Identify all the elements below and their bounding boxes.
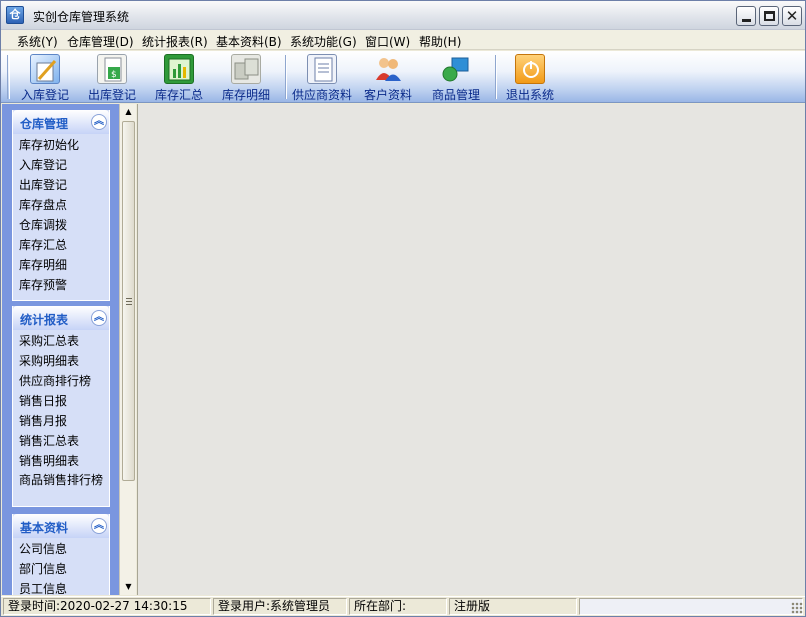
nav-item-inventory-init[interactable]: 库存初始化: [13, 136, 109, 156]
nav-item-stocktake[interactable]: 库存盘点: [13, 196, 109, 216]
close-icon: ✕: [785, 7, 799, 25]
product-icon: [441, 54, 471, 84]
scroll-thumb[interactable]: [122, 121, 135, 481]
toolbar-exit-label: 退出系统: [505, 88, 554, 102]
nav-item-sales-detail[interactable]: 销售明细表: [13, 452, 109, 472]
nav-item-purchase-detail[interactable]: 采购明细表: [13, 352, 109, 372]
title-bar[interactable]: 仓 实创仓库管理系统 ✕: [1, 1, 805, 30]
nav-item-inventory-detail[interactable]: 库存明细: [13, 256, 109, 276]
nav-item-sales-summary[interactable]: 销售汇总表: [13, 432, 109, 452]
nav-item-transfer[interactable]: 仓库调拨: [13, 216, 109, 236]
nav-item-stock-out[interactable]: 出库登记: [13, 176, 109, 196]
supplier-icon: [307, 54, 337, 84]
toolbar-separator-2: [495, 55, 497, 99]
nav-item-department-info[interactable]: 部门信息: [13, 560, 109, 580]
minimize-button[interactable]: [736, 6, 756, 26]
toolbar-customer-button[interactable]: 客户资料: [359, 51, 417, 103]
nav-item-supplier-ranking[interactable]: 供应商排行榜: [13, 372, 109, 392]
menu-bar: 系统(Y) 仓库管理(D) 统计报表(R) 基本资料(B) 系统功能(G) 窗口…: [1, 30, 805, 50]
maximize-button[interactable]: [759, 6, 779, 26]
nav-item-product-sales-ranking[interactable]: 商品销售排行榜: [13, 472, 103, 502]
toolbar-supplier-button[interactable]: 供应商资料: [289, 51, 355, 103]
nav-group-title: 仓库管理: [20, 117, 69, 131]
toolbar-exit-button[interactable]: 退出系统: [501, 51, 559, 103]
menu-system[interactable]: 系统(Y): [17, 33, 58, 50]
toolbar-stock-in-button[interactable]: 入库登记: [13, 51, 77, 103]
stock-in-icon: [30, 54, 60, 84]
menu-window[interactable]: 窗口(W): [365, 33, 410, 50]
menu-help[interactable]: 帮助(H): [419, 33, 461, 50]
thumb-grip-icon: [126, 298, 132, 305]
status-extra: [579, 598, 803, 615]
status-registration: 注册版: [449, 598, 577, 615]
toolbar-product-button[interactable]: 商品管理: [425, 51, 487, 103]
resize-grip-icon[interactable]: [791, 602, 803, 614]
stock-out-icon: $: [97, 54, 127, 84]
toolbar-inventory-detail-button[interactable]: 库存明细: [215, 51, 277, 103]
nav-item-inventory-summary[interactable]: 库存汇总: [13, 236, 109, 256]
toolbar-stock-in-label: 入库登记: [20, 88, 69, 102]
toolbar-inventory-summary-label: 库存汇总: [154, 88, 203, 102]
mdi-workspace[interactable]: [137, 104, 805, 595]
nav-item-purchase-summary[interactable]: 采购汇总表: [13, 332, 109, 352]
nav-group-title: 基本资料: [20, 521, 69, 535]
nav-item-sales-monthly[interactable]: 销售月报: [13, 412, 109, 432]
main-window: 仓 实创仓库管理系统 ✕ 系统(Y) 仓库管理(D) 统计报表(R) 基本资料(…: [0, 0, 806, 617]
toolbar-grip[interactable]: [7, 55, 10, 99]
nav-item-company-info[interactable]: 公司信息: [13, 540, 109, 560]
nav-group-reports: 统计报表 ︽ 采购汇总表 采购明细表 供应商排行榜 销售日报 销售月报 销售汇总…: [12, 306, 110, 507]
scroll-down-arrow-icon[interactable]: ▼: [122, 581, 135, 593]
nav-item-employee-info[interactable]: 员工信息: [13, 580, 109, 595]
nav-group-header-warehouse[interactable]: 仓库管理 ︽: [13, 110, 109, 134]
status-login-user: 登录用户:系统管理员: [213, 598, 347, 615]
menu-reports[interactable]: 统计报表(R): [142, 33, 208, 50]
nav-group-header-basic-data[interactable]: 基本资料 ︽: [13, 514, 109, 538]
toolbar: 入库登记 $ 出库登记 库存汇总 库存明细 供应商资料 客户资料 商品管理 退出…: [1, 51, 805, 103]
collapse-chevron-icon[interactable]: ︽: [91, 518, 107, 534]
menu-system-functions[interactable]: 系统功能(G): [290, 33, 357, 50]
inventory-detail-icon: [231, 54, 261, 84]
menu-basic-data[interactable]: 基本资料(B): [216, 33, 282, 50]
nav-group-basic-data: 基本资料 ︽ 公司信息 部门信息 员工信息: [12, 514, 110, 595]
toolbar-inventory-detail-label: 库存明细: [221, 88, 270, 102]
nav-item-stock-in[interactable]: 入库登记: [13, 156, 109, 176]
status-bar: 登录时间:2020-02-27 14:30:15 登录用户:系统管理员 所在部门…: [1, 596, 805, 616]
toolbar-product-label: 商品管理: [431, 88, 480, 102]
nav-group-warehouse: 仓库管理 ︽ 库存初始化 入库登记 出库登记 库存盘点 仓库调拨 库存汇总 库存…: [12, 110, 110, 301]
exit-icon: [515, 54, 545, 84]
maximize-icon: [764, 11, 775, 21]
collapse-chevron-icon[interactable]: ︽: [91, 310, 107, 326]
navigation-panel: 仓库管理 ︽ 库存初始化 入库登记 出库登记 库存盘点 仓库调拨 库存汇总 库存…: [2, 104, 119, 595]
status-login-time: 登录时间:2020-02-27 14:30:15: [3, 598, 211, 615]
toolbar-inventory-summary-button[interactable]: 库存汇总: [148, 51, 210, 103]
toolbar-stock-out-label: 出库登记: [87, 88, 136, 102]
navigation-scrollbar[interactable]: ▲ ▼: [119, 104, 136, 595]
nav-item-inventory-alert[interactable]: 库存预警: [13, 276, 109, 296]
menu-warehouse[interactable]: 仓库管理(D): [67, 33, 134, 50]
scroll-up-arrow-icon[interactable]: ▲: [122, 106, 135, 118]
window-title: 实创仓库管理系统: [33, 10, 130, 24]
toolbar-stock-out-button[interactable]: $ 出库登记: [81, 51, 143, 103]
svg-text:$: $: [111, 70, 117, 80]
warehouse-app-icon[interactable]: 仓: [6, 6, 24, 24]
nav-group-title: 统计报表: [20, 313, 69, 327]
nav-group-header-reports[interactable]: 统计报表 ︽: [13, 306, 109, 330]
toolbar-supplier-label: 供应商资料: [291, 88, 352, 102]
toolbar-separator: [285, 55, 287, 99]
collapse-chevron-icon[interactable]: ︽: [91, 114, 107, 130]
minimize-icon: [742, 19, 751, 22]
inventory-summary-icon: [164, 54, 194, 84]
close-button[interactable]: ✕: [782, 6, 802, 26]
status-department: 所在部门:: [349, 598, 447, 615]
nav-item-sales-daily[interactable]: 销售日报: [13, 392, 109, 412]
toolbar-customer-label: 客户资料: [363, 88, 412, 102]
customer-icon: [373, 54, 403, 84]
